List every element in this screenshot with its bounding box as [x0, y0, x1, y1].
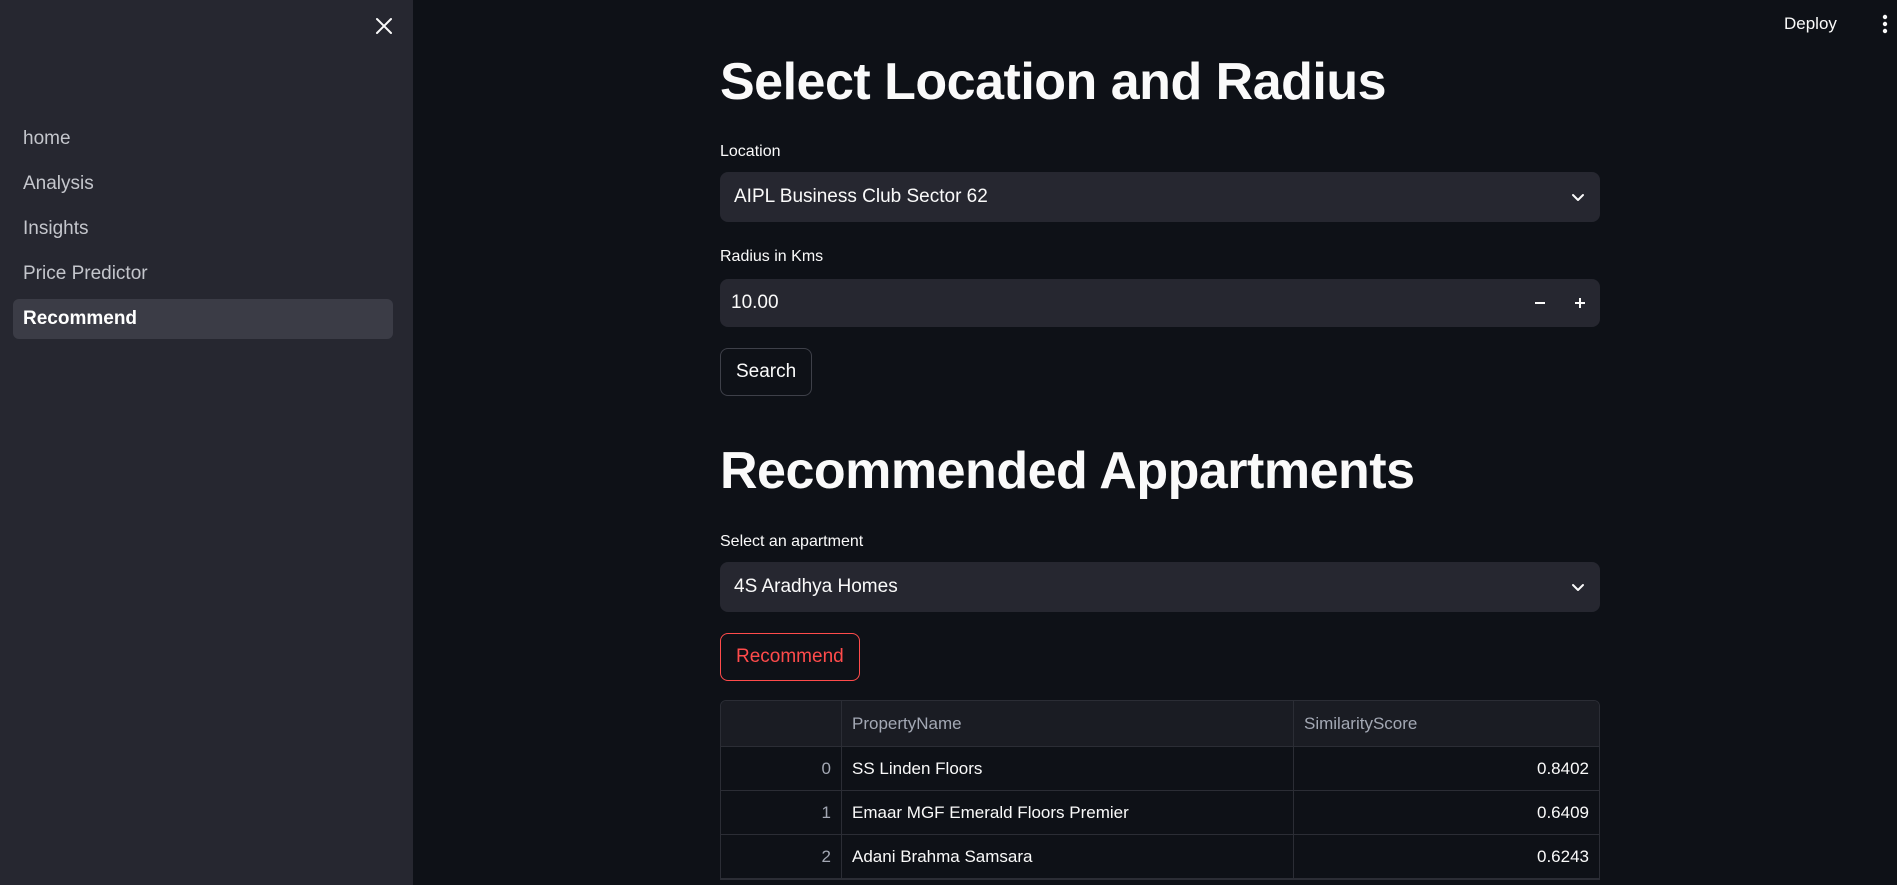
- table-header: PropertyName SimilarityScore: [721, 701, 1599, 747]
- sidebar: home Analysis Insights Price Predictor R…: [0, 0, 413, 885]
- location-label: Location: [720, 143, 781, 160]
- similarity-score-cell: 0.8402: [1537, 758, 1589, 778]
- sidebar-item-analysis[interactable]: Analysis: [13, 164, 393, 204]
- plus-icon[interactable]: [1560, 279, 1600, 327]
- sidebar-item-label: home: [23, 128, 71, 149]
- chevron-down-icon: [1570, 189, 1586, 205]
- sidebar-item-label: Recommend: [23, 308, 138, 329]
- property-name-cell: Emaar MGF Emerald Floors Premier: [842, 791, 1294, 834]
- property-name-cell: SS Linden Floors: [842, 747, 1294, 790]
- sidebar-item-home[interactable]: home: [13, 119, 393, 159]
- radius-stepper: [720, 279, 1600, 327]
- row-index: 2: [721, 835, 842, 878]
- row-index: 1: [721, 791, 842, 834]
- property-name-cell: Adani Brahma Samsara: [842, 835, 1294, 878]
- similarity-score-cell: 0.6409: [1537, 802, 1589, 822]
- apartment-select[interactable]: 4S Aradhya Homes: [720, 562, 1600, 612]
- kebab-menu-icon[interactable]: [1877, 12, 1893, 36]
- page-title: Select Location and Radius: [720, 53, 1387, 111]
- app-root: home Analysis Insights Price Predictor R…: [0, 0, 1897, 885]
- radius-label: Radius in Kms: [720, 248, 824, 265]
- radius-input[interactable]: [720, 279, 1520, 327]
- sidebar-item-label: Analysis: [23, 173, 94, 194]
- apartment-label: Select an apartment: [720, 533, 864, 550]
- close-icon[interactable]: [370, 12, 398, 40]
- sidebar-nav: home Analysis Insights Price Predictor R…: [13, 119, 393, 344]
- sidebar-item-label: Price Predictor: [23, 263, 148, 284]
- chevron-down-icon: [1570, 579, 1586, 595]
- row-index: 0: [721, 747, 842, 790]
- table-row[interactable]: 2 Adani Brahma Samsara 0.6243: [721, 835, 1599, 879]
- minus-icon[interactable]: [1520, 279, 1560, 327]
- location-select-value: AIPL Business Club Sector 62: [734, 186, 988, 207]
- table-row[interactable]: 1 Emaar MGF Emerald Floors Premier 0.640…: [721, 791, 1599, 835]
- deploy-button[interactable]: Deploy: [1784, 10, 1837, 38]
- column-header-property-name[interactable]: PropertyName: [842, 701, 1294, 746]
- search-button[interactable]: Search: [720, 348, 813, 396]
- sidebar-item-price-predictor[interactable]: Price Predictor: [13, 254, 393, 294]
- location-select[interactable]: AIPL Business Club Sector 62: [720, 172, 1600, 222]
- results-table: PropertyName SimilarityScore 0 SS Linden…: [720, 700, 1600, 880]
- column-header-similarity-score[interactable]: SimilarityScore: [1294, 701, 1599, 746]
- column-header-index[interactable]: [721, 701, 842, 746]
- recommend-button[interactable]: Recommend: [720, 633, 860, 681]
- sidebar-item-label: Insights: [23, 218, 89, 239]
- similarity-score-cell: 0.6243: [1537, 846, 1589, 866]
- sidebar-item-insights[interactable]: Insights: [13, 209, 393, 249]
- sidebar-item-recommend[interactable]: Recommend: [13, 299, 393, 339]
- section-title: Recommended Appartments: [720, 442, 1415, 500]
- table-row[interactable]: 0 SS Linden Floors 0.8402: [721, 747, 1599, 791]
- apartment-select-value: 4S Aradhya Homes: [734, 576, 898, 597]
